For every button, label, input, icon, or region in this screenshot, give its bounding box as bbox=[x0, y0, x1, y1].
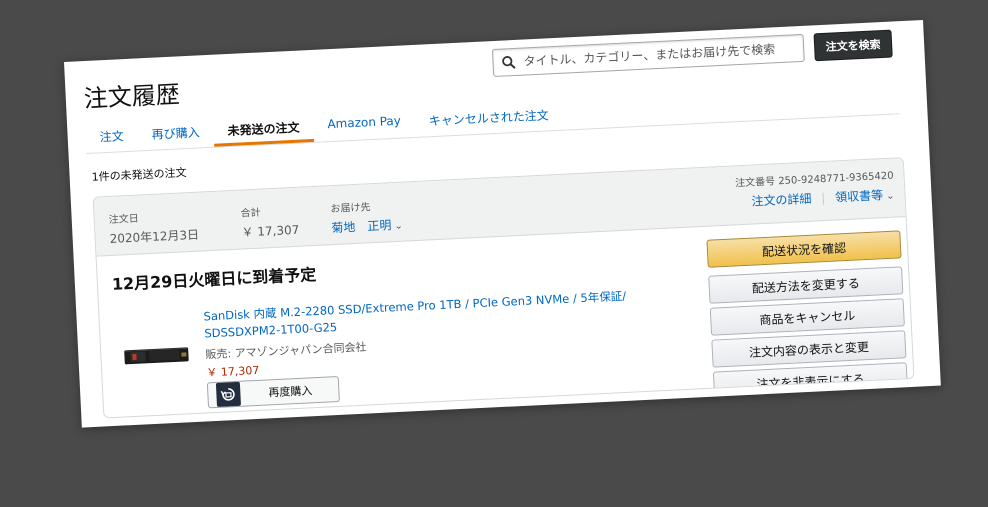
hide-order-button[interactable]: 注文を非表示にする bbox=[712, 362, 909, 400]
receipt-link[interactable]: 領収書等 ⌄ bbox=[834, 188, 895, 205]
order-history-page: 注文履歴 注文を検索 注文 再び購入 未発送の注文 Amazon Pay キャン… bbox=[64, 19, 941, 428]
tab-buy-again[interactable]: 再び購入 bbox=[137, 117, 214, 151]
chevron-down-icon: ⌄ bbox=[885, 190, 895, 202]
tab-amazon-pay[interactable]: Amazon Pay bbox=[313, 107, 416, 142]
order-total-value: ￥ 17,307 bbox=[241, 222, 300, 240]
search-input[interactable] bbox=[519, 40, 804, 69]
cancel-item-button[interactable]: 商品をキャンセル bbox=[709, 298, 905, 336]
change-shipping-button[interactable]: 配送方法を変更する bbox=[708, 266, 904, 304]
order-tabs: 注文 再び購入 未発送の注文 Amazon Pay キャンセルされた注文 bbox=[85, 83, 900, 155]
receipt-link-label: 領収書等 bbox=[834, 188, 884, 205]
arrival-estimate: 12月29日火曜日に到着予定 bbox=[111, 264, 317, 294]
tab-cancelled-orders[interactable]: キャンセルされた注文 bbox=[414, 100, 563, 137]
product-image[interactable] bbox=[123, 343, 190, 368]
chevron-down-icon: ⌄ bbox=[394, 220, 404, 233]
screenshot-stage: 注文履歴 注文を検索 注文 再び購入 未発送の注文 Amazon Pay キャン… bbox=[0, 0, 988, 507]
order-number-block: 注文番号 250-9248771-9365420 注文の詳細 | 領収書等 ⌄ bbox=[735, 167, 895, 211]
order-card: 注文日 2020年12月3日 合計 ￥ 17,307 お届け先 菊地 正明 ⌄ 注… bbox=[92, 157, 915, 419]
ship-to-column: お届け先 菊地 正明 ⌄ bbox=[330, 197, 403, 236]
link-divider: | bbox=[820, 190, 826, 206]
order-details-link[interactable]: 注文の詳細 bbox=[751, 192, 812, 209]
track-package-button[interactable]: 配送状況を確認 bbox=[706, 230, 902, 268]
search-box[interactable] bbox=[491, 33, 805, 78]
page-title: 注文履歴 bbox=[83, 80, 181, 114]
seller-text: 販売: アマゾンジャパン合同会社 bbox=[205, 340, 367, 362]
tab-not-yet-shipped[interactable]: 未発送の注文 bbox=[212, 111, 315, 147]
ship-to-link[interactable]: 菊地 正明 ⌄ bbox=[331, 216, 403, 236]
order-date-column: 注文日 2020年12月3日 bbox=[108, 207, 200, 247]
order-date-value: 2020年12月3日 bbox=[109, 227, 200, 246]
tab-orders[interactable]: 注文 bbox=[85, 121, 138, 154]
order-links: 注文の詳細 | 領収書等 ⌄ bbox=[736, 186, 895, 211]
search-orders-button[interactable]: 注文を検索 bbox=[813, 29, 893, 62]
order-date-label: 注文日 bbox=[108, 213, 140, 226]
order-total-column: 合計 ￥ 17,307 bbox=[240, 202, 300, 241]
buy-again-label: 再度購入 bbox=[268, 385, 313, 400]
view-edit-order-button[interactable]: 注文内容の表示と変更 bbox=[711, 330, 907, 368]
buy-again-button[interactable]: 再度購入 bbox=[206, 375, 340, 409]
buy-again-icon bbox=[215, 381, 242, 407]
ship-to-label: お届け先 bbox=[330, 202, 371, 216]
search-icon bbox=[497, 51, 520, 74]
ship-to-name: 菊地 正明 bbox=[331, 218, 392, 236]
order-total-label: 合計 bbox=[240, 207, 261, 220]
product-price: ￥ 17,307 bbox=[206, 363, 260, 380]
order-count-text: 1件の未発送の注文 bbox=[91, 166, 187, 184]
product-title-link[interactable]: SanDisk 内蔵 M.2-2280 SSD/Extreme Pro 1TB … bbox=[203, 287, 644, 342]
